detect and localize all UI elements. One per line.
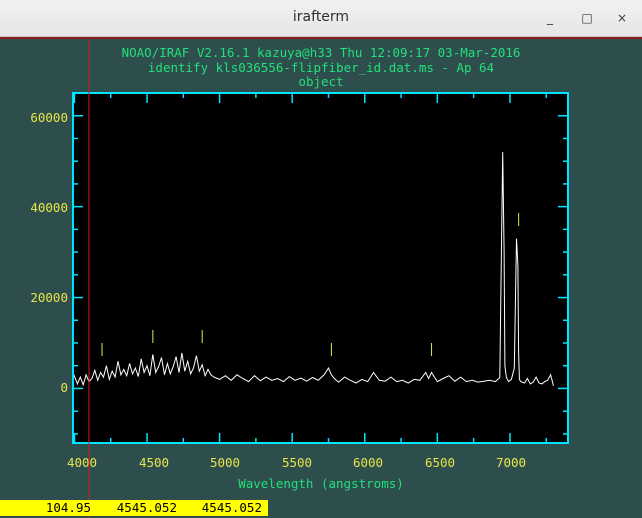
status-value-2: 4545.052 <box>116 500 177 515</box>
plot-area[interactable] <box>73 93 568 443</box>
status-value-1: 104.95 <box>45 500 91 515</box>
irafterm-window: irafterm _ □ × NOAO/IRAF V2.16.1 kazuya@… <box>0 0 642 518</box>
status-value-3: 4545.052 <box>201 500 262 515</box>
status-bar: 104.95 4545.052 4545.052 <box>0 500 268 516</box>
spectrum-plot[interactable] <box>0 0 642 518</box>
